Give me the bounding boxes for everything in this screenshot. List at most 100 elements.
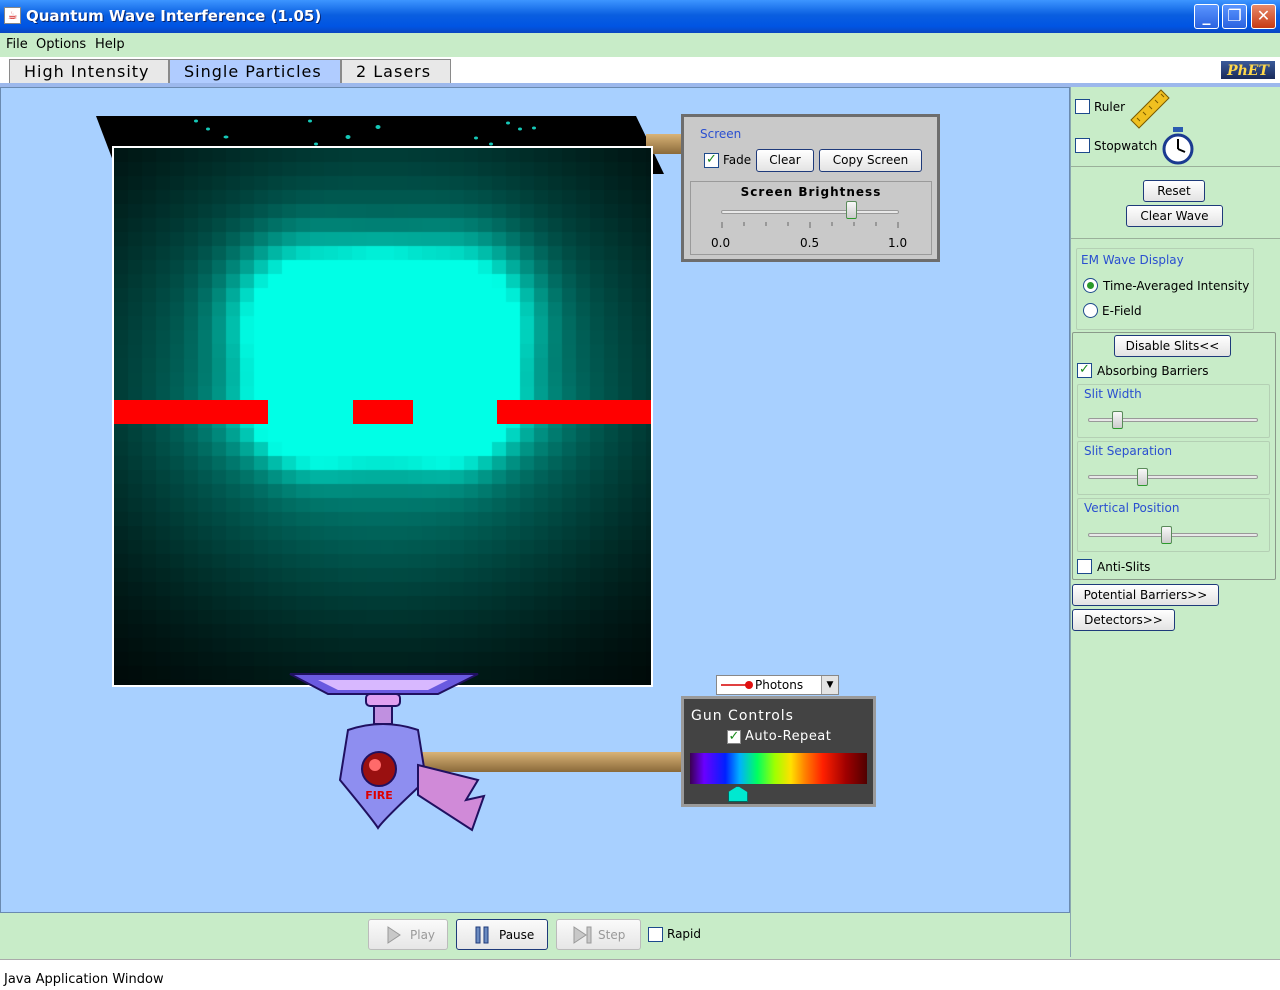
time-averaged-label: Time-Averaged Intensity — [1103, 279, 1250, 293]
tab-bar: High Intensity Single Particles 2 Lasers — [0, 57, 1280, 83]
brightness-slider-thumb[interactable] — [846, 201, 858, 219]
tab-single-particles[interactable]: Single Particles — [169, 59, 341, 83]
menu-file[interactable]: File — [6, 37, 28, 52]
pause-label: Pause — [499, 928, 535, 942]
pause-button[interactable]: Pause — [456, 919, 548, 950]
maximize-button[interactable]: ❐ — [1222, 4, 1247, 29]
screen-panel-title: Screen — [700, 127, 742, 141]
particle-type-select[interactable]: Photons ▼ — [716, 675, 839, 695]
menu-options[interactable]: Options — [36, 37, 86, 52]
close-button[interactable]: ✕ — [1251, 4, 1276, 29]
screen-brightness-group: Screen Brightness 0.0 0.5 1.0 — [690, 181, 932, 255]
absorbing-barriers-checkbox[interactable]: ✓ — [1077, 363, 1092, 378]
ruler-icon — [1130, 89, 1170, 129]
copy-screen-button[interactable]: Copy Screen — [819, 149, 922, 172]
gun-stem — [373, 705, 393, 725]
slit-barrier-center[interactable] — [353, 400, 413, 424]
sidebar-divider — [1071, 166, 1280, 167]
step-button[interactable]: Step — [556, 919, 641, 950]
brightness-tick-max: 1.0 — [888, 236, 908, 250]
wave-area — [112, 146, 653, 687]
title-bar: ☕ Quantum Wave Interference (1.05) _ ❐ ✕ — [0, 0, 1280, 33]
minimize-button[interactable]: _ — [1194, 4, 1219, 29]
stopwatch-icon — [1162, 127, 1194, 165]
particle-hit — [194, 119, 198, 123]
status-bar: Java Application Window — [0, 959, 1280, 990]
tab-high-intensity[interactable]: High Intensity — [9, 59, 169, 83]
slit-barrier-right[interactable] — [497, 400, 651, 424]
menu-bar: File Options Help — [0, 33, 1280, 57]
play-button[interactable]: Play — [368, 919, 448, 950]
vertical-position-slider-thumb[interactable] — [1161, 526, 1173, 544]
stopwatch-label: Stopwatch — [1094, 139, 1158, 153]
slit-width-title: Slit Width — [1084, 387, 1142, 401]
slit-barrier-left[interactable] — [114, 400, 268, 424]
particle-hit — [474, 136, 478, 140]
e-field-radio[interactable] — [1083, 303, 1098, 318]
brightness-slider-track[interactable] — [721, 210, 899, 214]
particle-hit — [308, 119, 312, 123]
fire-label: FIRE — [365, 789, 393, 802]
menu-help[interactable]: Help — [95, 37, 125, 52]
ruler-label: Ruler — [1094, 100, 1126, 114]
play-icon — [387, 926, 401, 944]
brightness-tick-min: 0.0 — [711, 236, 731, 250]
sidebar-divider — [1071, 238, 1280, 239]
particle-hit — [206, 127, 210, 131]
slit-separation-title: Slit Separation — [1084, 444, 1173, 458]
potential-barriers-button[interactable]: Potential Barriers>> — [1072, 584, 1219, 606]
time-averaged-radio[interactable] — [1083, 278, 1098, 293]
step-icon — [573, 926, 592, 944]
detectors-button[interactable]: Detectors>> — [1072, 609, 1175, 631]
clear-screen-button[interactable]: Clear — [756, 149, 814, 172]
reset-button[interactable]: Reset — [1143, 180, 1205, 202]
slit-separation-slider-track[interactable] — [1088, 475, 1258, 479]
wavelength-spectrum-slider[interactable] — [690, 753, 867, 784]
rapid-label: Rapid — [667, 927, 701, 941]
particle-hit — [532, 126, 536, 130]
gun-controls-title: Gun Controls — [691, 708, 794, 724]
particle-hit — [345, 135, 351, 139]
gun-controls-panel: Gun Controls ✓ Auto-Repeat — [681, 696, 876, 807]
particle-hit — [375, 125, 381, 129]
anti-slits-checkbox[interactable] — [1077, 559, 1092, 574]
screen-brightness-title: Screen Brightness — [740, 185, 882, 199]
absorbing-barriers-label: Absorbing Barriers — [1097, 364, 1209, 378]
window-title: Quantum Wave Interference (1.05) — [26, 7, 322, 25]
vertical-position-slider-track[interactable] — [1088, 533, 1258, 537]
play-label: Play — [410, 928, 436, 942]
fade-label: Fade — [723, 153, 752, 167]
slit-separation-slider-thumb[interactable] — [1137, 468, 1149, 486]
tab-2-lasers[interactable]: 2 Lasers — [341, 59, 451, 83]
auto-repeat-checkbox[interactable]: ✓ — [727, 730, 741, 744]
photon-gun[interactable]: FIRE — [288, 670, 488, 832]
ruler-checkbox[interactable] — [1075, 99, 1090, 114]
particle-hit — [223, 135, 229, 139]
phet-logo: PhET — [1220, 60, 1276, 80]
e-field-label: E-Field — [1102, 304, 1142, 318]
brightness-slider-ticks — [721, 222, 899, 228]
fade-checkbox[interactable]: ✓ — [704, 153, 719, 168]
screen-control-panel: Screen ✓ Fade Clear Copy Screen Screen B… — [681, 114, 940, 262]
step-label: Step — [598, 928, 626, 942]
chevron-down-icon[interactable]: ▼ — [821, 676, 838, 694]
slit-width-slider-thumb[interactable] — [1111, 411, 1123, 429]
em-wave-display-title: EM Wave Display — [1081, 253, 1184, 267]
disable-slits-button[interactable]: Disable Slits<< — [1114, 335, 1231, 357]
pause-icon — [475, 926, 489, 944]
anti-slits-label: Anti-Slits — [1097, 560, 1151, 574]
particle-hit — [518, 127, 522, 131]
rapid-checkbox[interactable] — [648, 927, 663, 942]
fire-button-highlight — [369, 759, 381, 771]
stopwatch-checkbox[interactable] — [1075, 138, 1090, 153]
auto-repeat-label: Auto-Repeat — [745, 729, 832, 744]
particle-type-value: Photons — [755, 678, 804, 692]
wavelength-slider-thumb[interactable] — [727, 786, 748, 802]
status-text: Java Application Window — [4, 972, 164, 987]
gun-neck — [365, 693, 401, 707]
brightness-tick-mid: 0.5 — [800, 236, 820, 250]
java-app-icon: ☕ — [4, 7, 21, 24]
vertical-position-title: Vertical Position — [1084, 501, 1180, 515]
photon-laser-icon — [721, 681, 753, 689]
clear-wave-button[interactable]: Clear Wave — [1126, 205, 1223, 227]
